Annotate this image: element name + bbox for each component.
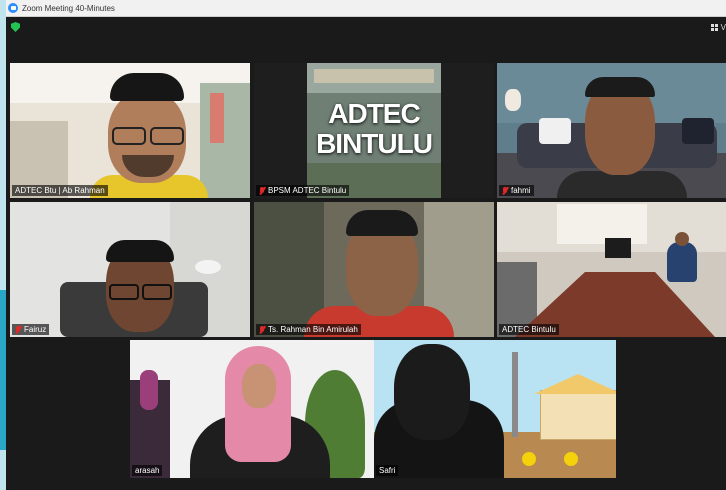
video-tile-fahmi[interactable]: fahmi bbox=[497, 63, 726, 198]
gallery-grid-icon bbox=[710, 23, 718, 31]
muted-mic-icon bbox=[502, 186, 508, 195]
participant-name-label: Fairuz bbox=[12, 324, 50, 335]
muted-mic-icon bbox=[259, 186, 265, 195]
video-tile-fairuz[interactable]: Fairuz bbox=[10, 202, 250, 337]
video-tile-arasah[interactable]: arasah bbox=[130, 340, 374, 478]
encryption-shield-icon[interactable] bbox=[11, 22, 20, 32]
muted-mic-icon bbox=[259, 325, 265, 334]
participant-name-label: ADTEC Btu | Ab Rahman bbox=[12, 185, 108, 196]
view-button-label: V bbox=[720, 22, 726, 32]
muted-mic-icon bbox=[15, 325, 21, 334]
participant-name-label: Safri bbox=[376, 465, 399, 476]
title-bar: Zoom Meeting 40-Minutes bbox=[6, 0, 726, 17]
background-edge bbox=[0, 0, 6, 490]
video-tile-bpsm-adtec-bintulu[interactable]: ADTEC BINTULU BPSM ADTEC Bintulu bbox=[254, 63, 494, 198]
zoom-logo-icon bbox=[8, 3, 18, 13]
window-title: Zoom Meeting 40-Minutes bbox=[22, 3, 115, 13]
video-overlay-text: ADTEC BINTULU bbox=[316, 98, 433, 159]
video-tile-rahman-bin-amirulah[interactable]: Ts. Rahman Bin Amirulah bbox=[254, 202, 494, 337]
participant-name-label: Ts. Rahman Bin Amirulah bbox=[256, 324, 361, 335]
view-button[interactable]: V bbox=[710, 21, 726, 33]
video-tile-ab-rahman[interactable]: ADTEC Btu | Ab Rahman bbox=[10, 63, 250, 198]
video-tile-safri[interactable]: Safri bbox=[374, 340, 616, 478]
participant-name-label: arasah bbox=[132, 465, 163, 476]
video-tile-adtec-bintulu-room[interactable]: ADTEC Bintulu bbox=[497, 202, 726, 337]
participant-name-label: fahmi bbox=[499, 185, 534, 196]
participant-name-label: BPSM ADTEC Bintulu bbox=[256, 185, 350, 196]
participant-name-label: ADTEC Bintulu bbox=[499, 324, 559, 335]
